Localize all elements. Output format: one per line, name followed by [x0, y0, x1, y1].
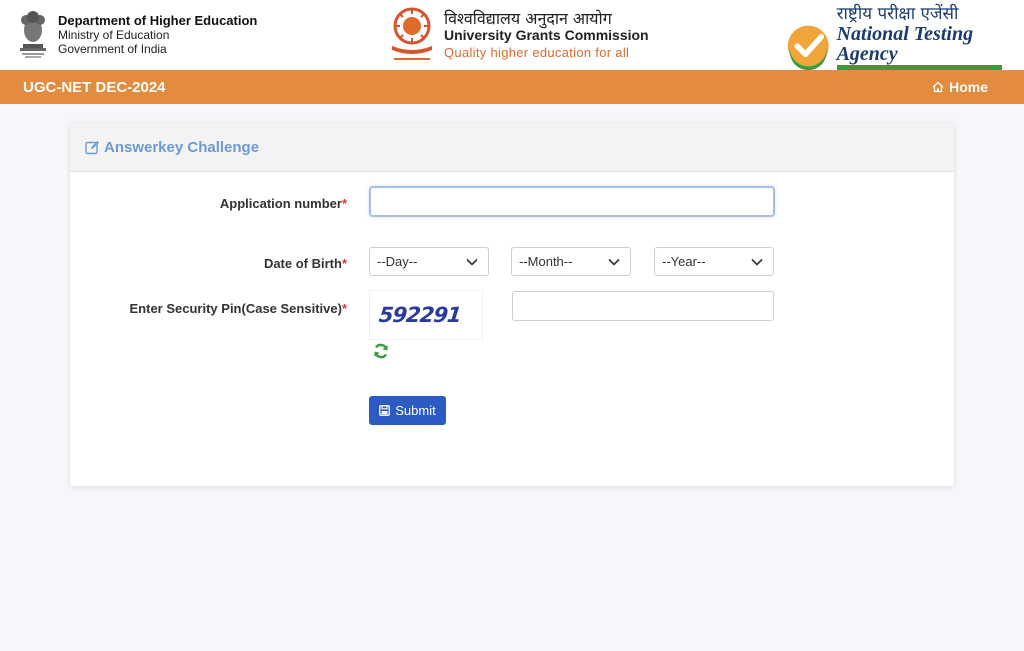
home-link-label: Home: [949, 79, 988, 95]
dob-label: Date of Birth*: [264, 256, 347, 271]
dhe-government: Government of India: [58, 42, 167, 56]
ugc-hindi-name: विश्वविद्यालय अनुदान आयोग: [444, 8, 612, 28]
national-emblem-icon: [20, 11, 46, 58]
card-title: Answerkey Challenge: [104, 138, 260, 156]
dob-month-value: --Month--: [519, 254, 573, 269]
dob-year-value: --Year--: [662, 254, 706, 269]
application-number-label-text: Application number: [219, 196, 342, 211]
required-mark: *: [341, 301, 347, 316]
exam-title: UGC-NET DEC-2024: [23, 79, 166, 96]
nta-logo-icon: [787, 25, 829, 70]
site-header: Department of Higher Education Ministry …: [0, 0, 1024, 87]
refresh-icon[interactable]: [373, 343, 389, 359]
submit-button[interactable]: Submit: [369, 396, 446, 425]
home-link[interactable]: Home: [932, 79, 988, 95]
save-icon: [379, 405, 391, 416]
dhe-branding: Department of Higher Education Ministry …: [14, 8, 257, 60]
chevron-down-icon: [608, 258, 620, 266]
dob-year-select[interactable]: --Year--: [654, 247, 774, 276]
application-number-label: Application number*: [220, 196, 347, 211]
security-pin-input[interactable]: [512, 291, 774, 321]
dhe-ministry: Ministry of Education: [58, 28, 170, 42]
ugc-logo-icon: [392, 7, 432, 60]
ugc-name: University Grants Commission: [444, 26, 649, 43]
ugc-tagline: Quality higher education for all: [444, 44, 630, 60]
security-pin-label: Enter Security Pin(Case Sensitive)*: [130, 301, 347, 316]
security-pin-label-text: Enter Security Pin(Case Sensitive): [129, 301, 342, 316]
dob-day-select[interactable]: --Day--: [369, 247, 489, 276]
application-number-input[interactable]: [369, 186, 775, 217]
navbar: UGC-NET DEC-2024 Home: [0, 70, 1024, 104]
submit-button-label: Submit: [395, 403, 436, 418]
required-mark: *: [341, 196, 347, 211]
dob-day-value: --Day--: [377, 254, 418, 269]
captcha-text: 592291: [377, 303, 462, 327]
required-mark: *: [341, 256, 347, 271]
answerkey-challenge-card: Answerkey Challenge Application number* …: [70, 123, 954, 486]
chevron-down-icon: [466, 258, 478, 266]
dhe-title: Department of Higher Education: [58, 13, 258, 28]
nta-hindi-name: राष्ट्रीय परीक्षा एजेंसी: [836, 4, 959, 24]
home-icon: [932, 81, 944, 93]
chevron-down-icon: [751, 258, 763, 266]
edit-icon: [85, 140, 99, 154]
dob-label-text: Date of Birth: [263, 256, 342, 271]
captcha-image: 592291: [369, 290, 483, 340]
dob-month-select[interactable]: --Month--: [511, 247, 631, 276]
nta-name: National Testing Agency: [836, 23, 974, 65]
ugc-branding: विश्वविद्यालय अनुदान आयोग University Gra…: [386, 6, 649, 64]
card-header: Answerkey Challenge: [70, 123, 954, 172]
